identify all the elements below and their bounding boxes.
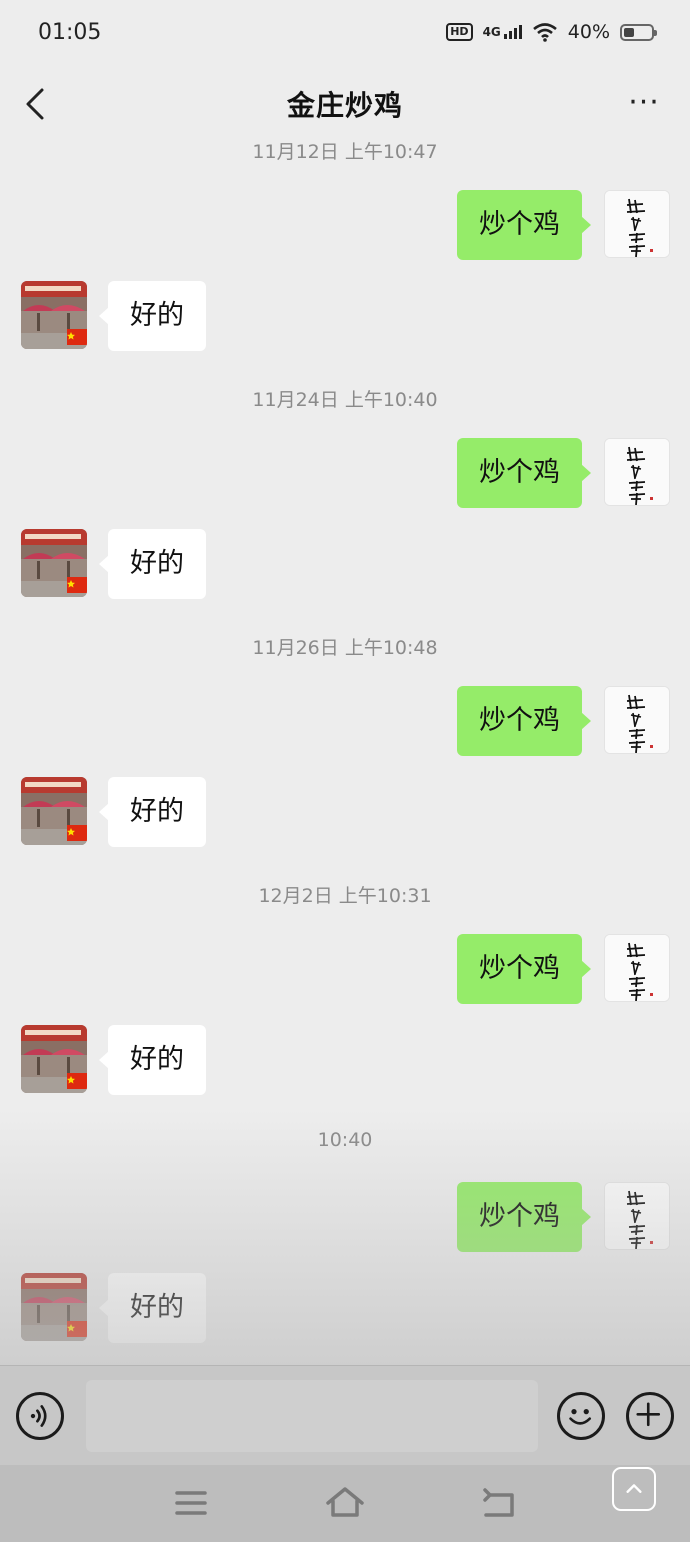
battery-icon — [620, 23, 657, 41]
system-nav-bar — [0, 1465, 690, 1542]
home-icon[interactable] — [322, 1483, 368, 1523]
message-list[interactable]: 11月12日 上午10:47 炒个鸡 好的 11月24日 上午10:40 炒个鸡 — [0, 135, 690, 1365]
signal-icon: 4G — [483, 25, 522, 39]
my-avatar[interactable] — [604, 438, 670, 506]
my-avatar[interactable] — [604, 934, 670, 1002]
hd-icon: HD — [446, 23, 473, 41]
contact-avatar[interactable] — [21, 1025, 87, 1093]
outgoing-bubble[interactable]: 炒个鸡 — [457, 1182, 591, 1252]
network-type: 4G — [482, 25, 501, 39]
my-avatar[interactable] — [604, 190, 670, 258]
chevron-up-icon[interactable] — [612, 1467, 656, 1511]
outgoing-message: 炒个鸡 — [0, 190, 690, 260]
outgoing-message: 炒个鸡 — [0, 1182, 690, 1252]
outgoing-bubble[interactable]: 炒个鸡 — [457, 934, 591, 1004]
menu-icon[interactable] — [168, 1483, 214, 1523]
contact-avatar[interactable] — [21, 281, 87, 349]
outgoing-bubble[interactable]: 炒个鸡 — [457, 438, 591, 508]
message-timestamp: 12月2日 上午10:31 — [258, 885, 432, 907]
outgoing-message: 炒个鸡 — [0, 438, 690, 508]
outgoing-bubble[interactable]: 炒个鸡 — [457, 686, 591, 756]
message-timestamp: 10:40 — [317, 1129, 373, 1151]
message-timestamp: 11月24日 上午10:40 — [252, 389, 438, 411]
incoming-message: 好的 — [0, 1025, 690, 1095]
incoming-message: 好的 — [0, 1273, 690, 1343]
chat-title: 金庄炒鸡 — [286, 89, 403, 122]
voice-icon[interactable] — [16, 1392, 64, 1440]
contact-avatar[interactable] — [21, 1273, 87, 1341]
incoming-bubble[interactable]: 好的 — [99, 1025, 206, 1095]
plus-icon[interactable] — [626, 1392, 674, 1440]
message-timestamp: 11月12日 上午10:47 — [252, 141, 438, 163]
incoming-bubble[interactable]: 好的 — [99, 281, 206, 351]
status-icons: HD 4G 40% — [446, 21, 657, 43]
my-avatar[interactable] — [604, 1182, 670, 1250]
message-timestamp: 11月26日 上午10:48 — [252, 637, 438, 659]
outgoing-bubble[interactable]: 炒个鸡 — [457, 190, 591, 260]
wifi-icon — [532, 23, 557, 42]
more-dots-icon[interactable]: ··· — [624, 88, 664, 118]
chat-header: 金庄炒鸡 ··· — [0, 64, 690, 144]
chevron-left-icon[interactable] — [18, 84, 58, 124]
status-time: 01:05 — [38, 19, 102, 45]
outgoing-message: 炒个鸡 — [0, 934, 690, 1004]
battery-percent: 40% — [567, 21, 610, 43]
incoming-bubble[interactable]: 好的 — [99, 777, 206, 847]
my-avatar[interactable] — [604, 686, 670, 754]
back-icon[interactable] — [476, 1483, 522, 1523]
emoji-icon[interactable] — [557, 1392, 605, 1440]
input-bar — [0, 1365, 690, 1465]
outgoing-message: 炒个鸡 — [0, 686, 690, 756]
message-input[interactable] — [86, 1380, 538, 1452]
status-bar: 01:05 HD 4G 40% — [0, 0, 690, 64]
incoming-message: 好的 — [0, 529, 690, 599]
contact-avatar[interactable] — [21, 529, 87, 597]
incoming-message: 好的 — [0, 281, 690, 351]
incoming-message: 好的 — [0, 777, 690, 847]
contact-avatar[interactable] — [21, 777, 87, 845]
incoming-bubble[interactable]: 好的 — [99, 529, 206, 599]
incoming-bubble[interactable]: 好的 — [99, 1273, 206, 1343]
